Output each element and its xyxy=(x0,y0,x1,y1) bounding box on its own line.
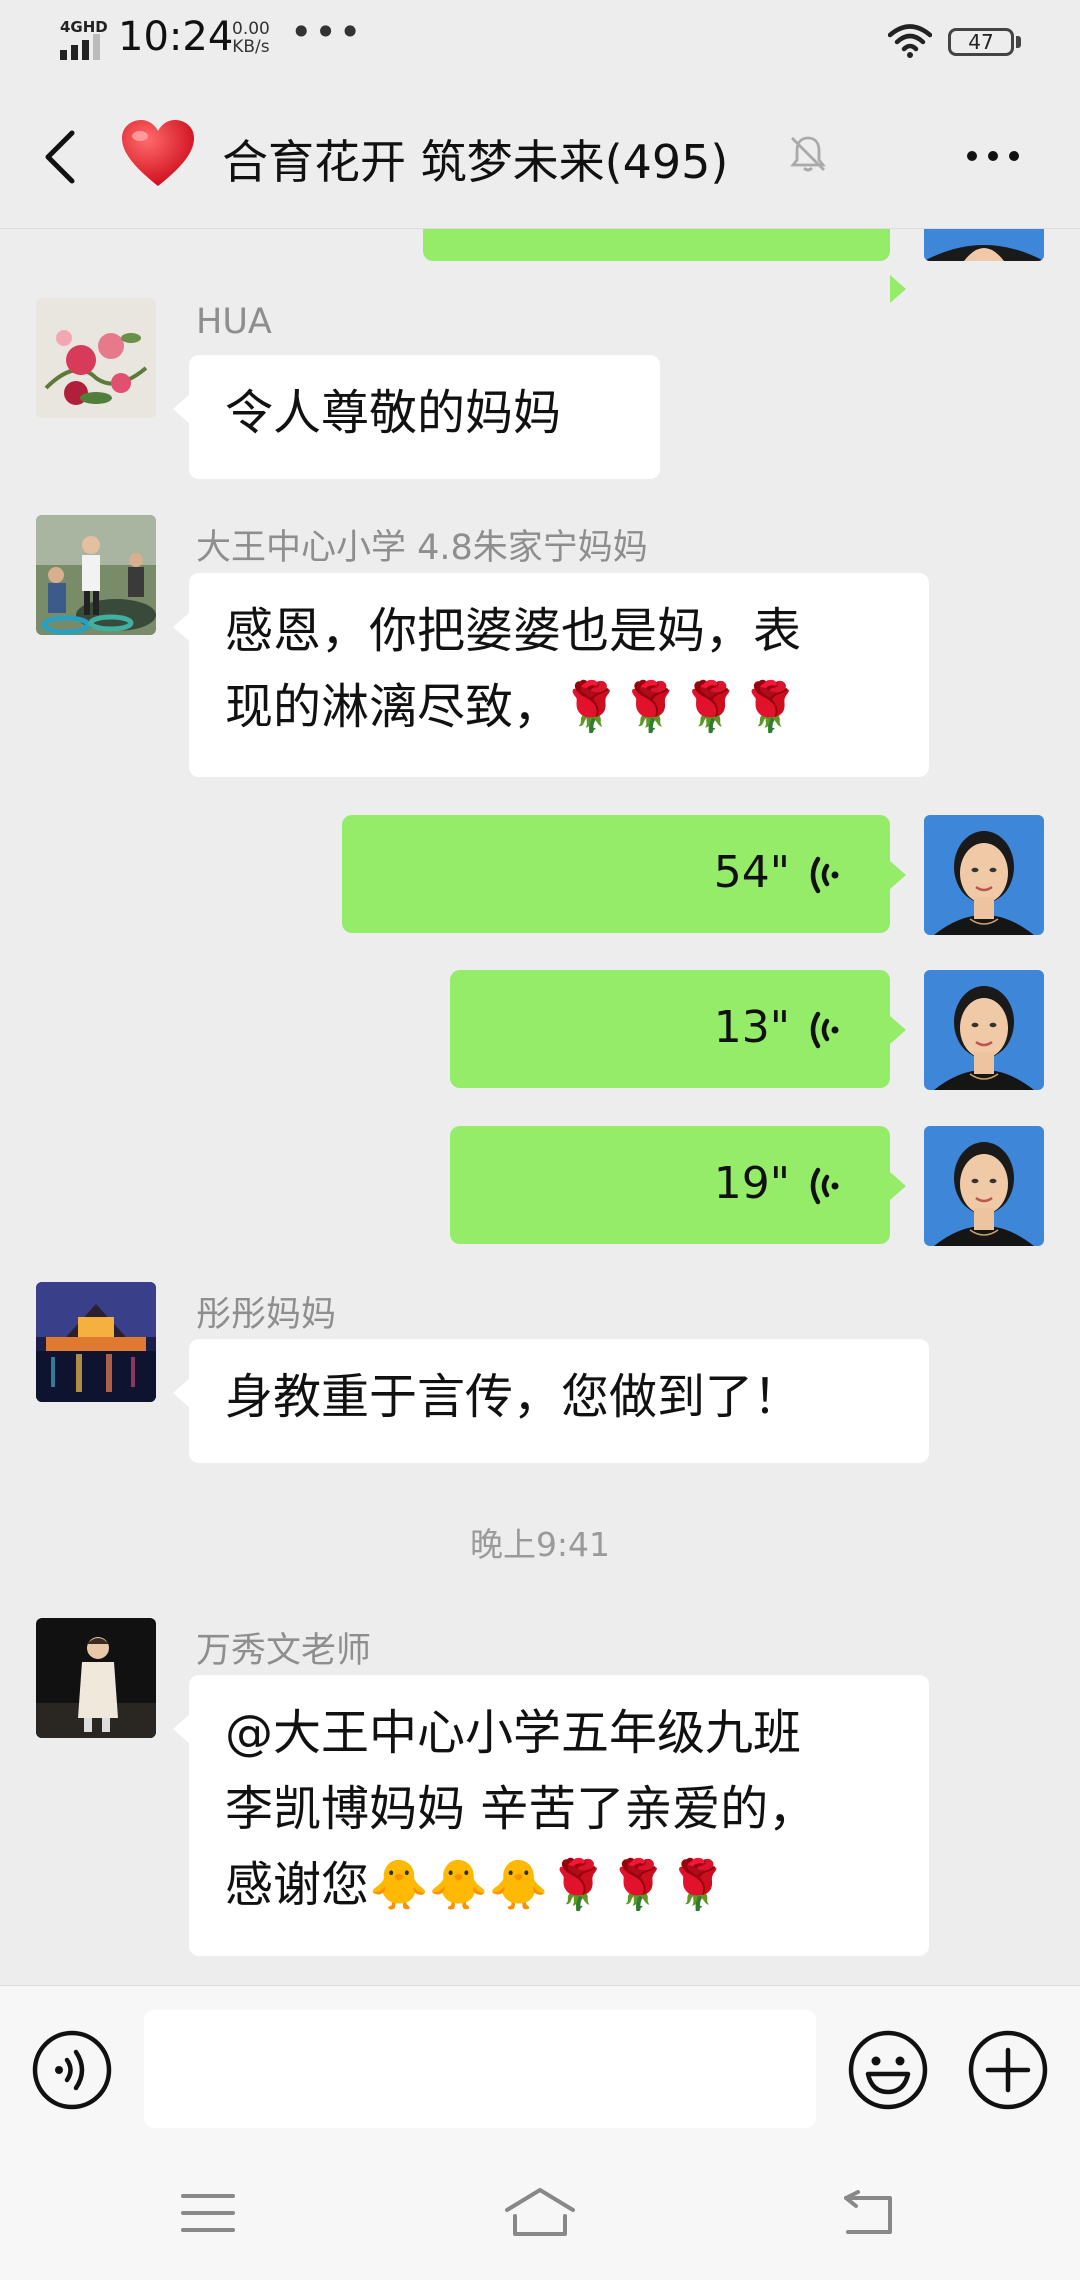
voice-duration: 19" xyxy=(713,1158,790,1209)
voice-toggle-icon[interactable] xyxy=(30,2028,114,2112)
message-text: 身教重于言传，您做到了！ xyxy=(225,1369,802,1425)
avatar-self[interactable] xyxy=(924,815,1044,935)
network-speed-value: 0.00 xyxy=(232,19,270,39)
avatar-tongtong-mom[interactable] xyxy=(36,1282,156,1402)
wifi-icon xyxy=(888,24,932,58)
voice-wave-icon xyxy=(810,856,839,894)
avatar-self-partial[interactable] xyxy=(924,229,1044,261)
home-icon[interactable] xyxy=(503,2186,577,2238)
group-title[interactable]: 合育花开 筑梦未来(495) xyxy=(222,126,728,192)
avatar-hua[interactable] xyxy=(36,298,156,418)
message-bubble[interactable]: 身教重于言传，您做到了！ xyxy=(173,1339,929,1463)
voice-message-bubble[interactable]: 54" xyxy=(342,815,906,933)
message-bubble-partial[interactable] xyxy=(423,229,906,303)
emoji-icon[interactable] xyxy=(846,2028,930,2112)
message-bubble[interactable]: 感恩，你把婆婆也是妈，表 现的淋漓尽致，🌹🌹🌹🌹 xyxy=(173,573,929,777)
message-text-line: 感谢您🐥🐥🐥🌹🌹🌹 xyxy=(225,1857,728,1913)
voice-message-bubble[interactable]: 13" xyxy=(450,970,906,1088)
avatar-self[interactable] xyxy=(924,1126,1044,1246)
avatar-wanxiuwen-teacher[interactable] xyxy=(36,1618,156,1738)
message-bubble[interactable]: @大王中心小学五年级九班 李凯博妈妈 辛苦了亲爱的， 感谢您🐥🐥🐥🌹🌹🌹 xyxy=(173,1675,929,1956)
mute-bell-icon xyxy=(790,136,826,172)
back-icon[interactable] xyxy=(40,127,80,187)
plus-icon[interactable] xyxy=(966,2028,1050,2112)
message-text-line: @大王中心小学五年级九班 xyxy=(225,1705,802,1761)
message-text-line: 李凯博妈妈 辛苦了亲爱的， xyxy=(225,1781,817,1837)
network-speed: 0.00 KB/s xyxy=(232,20,270,56)
time-divider: 晚上9:41 xyxy=(469,1525,611,1564)
back-nav-icon[interactable] xyxy=(840,2190,896,2236)
battery-tip xyxy=(1016,36,1021,48)
message-text-line: 现的淋漓尽致，🌹🌹🌹🌹 xyxy=(225,679,801,735)
menu-icon[interactable] xyxy=(180,2192,236,2234)
voice-wave-icon xyxy=(810,1011,839,1049)
avatar-zhujianing-mom[interactable] xyxy=(36,515,156,635)
sender-name: 彤彤妈妈 xyxy=(196,1295,337,1335)
message-text: 令人尊敬的妈妈 xyxy=(225,385,562,441)
status-more-icon: ••• xyxy=(290,10,364,54)
sender-name: 大王中心小学 4.8朱家宁妈妈 xyxy=(196,528,648,568)
sender-name: HUA xyxy=(196,302,272,342)
signal-icon xyxy=(60,34,100,60)
message-input[interactable] xyxy=(144,2010,816,2128)
voice-duration: 54" xyxy=(713,847,790,898)
sender-name: 万秀文老师 xyxy=(196,1631,372,1671)
voice-wave-icon xyxy=(810,1167,839,1205)
heart-icon xyxy=(122,120,194,186)
message-text-line: 感恩，你把婆婆也是妈，表 xyxy=(225,603,802,659)
voice-message-bubble[interactable]: 19" xyxy=(450,1126,906,1244)
network-speed-unit: KB/s xyxy=(232,37,270,57)
avatar-self[interactable] xyxy=(924,970,1044,1090)
battery-indicator: 47 xyxy=(948,28,1014,56)
message-bubble[interactable]: 令人尊敬的妈妈 xyxy=(173,355,660,479)
voice-duration: 13" xyxy=(713,1002,790,1053)
more-icon[interactable] xyxy=(966,150,1020,162)
status-time: 10:24 xyxy=(118,14,234,60)
